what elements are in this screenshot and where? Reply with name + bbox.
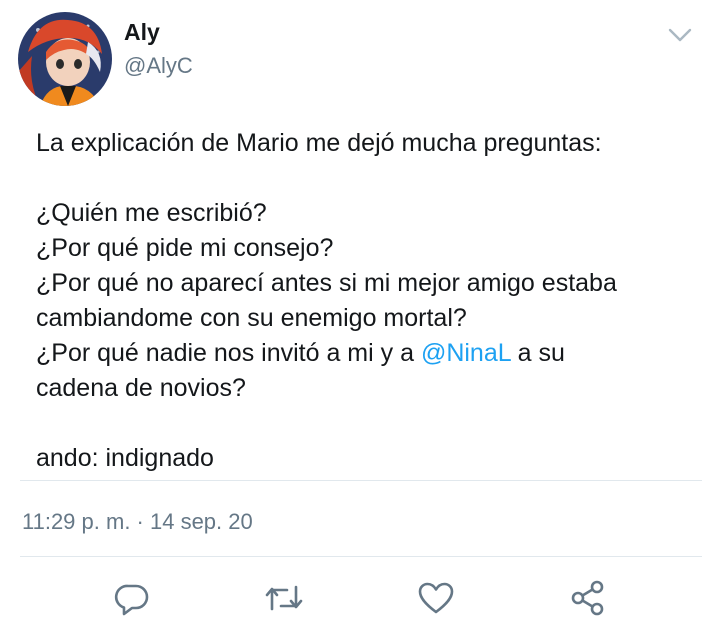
tweet-line: ando: indignado [36, 444, 214, 472]
share-button[interactable] [566, 578, 610, 622]
divider [20, 556, 702, 557]
tweet-line: ¿Por qué pide mi consejo? [36, 234, 334, 262]
share-icon [568, 578, 608, 623]
tweet-line: ¿Por qué no aparecí antes si mi mejor am… [36, 269, 617, 297]
tweet-line: cadena de novios? [36, 374, 246, 402]
tweet-line: cambiandome con su enemigo mortal? [36, 304, 467, 332]
retweet-button[interactable] [262, 578, 306, 622]
author-handle[interactable]: @AlyC [124, 52, 193, 80]
author-name[interactable]: Aly [124, 18, 160, 46]
tweet-line: ¿Quién me escribió? [36, 199, 267, 227]
retweet-icon [263, 579, 305, 622]
like-button[interactable] [414, 578, 458, 622]
avatar-image [18, 12, 112, 106]
tweet-line: La explicación de Mario me dejó mucha pr… [36, 129, 602, 157]
tweet-text-segment: a su [510, 339, 565, 367]
action-bar [0, 578, 720, 628]
avatar[interactable] [18, 12, 112, 106]
chevron-down-icon[interactable] [666, 24, 694, 46]
tweet-text: La explicación de Mario me dejó mucha pr… [36, 126, 696, 476]
mention-link[interactable]: @NinaL [421, 339, 511, 367]
divider [20, 480, 702, 481]
tweet-timestamp[interactable]: 11:29 p. m. · 14 sep. 20 [22, 508, 253, 536]
reply-button[interactable] [110, 578, 154, 622]
heart-icon [416, 579, 456, 622]
tweet-text-segment: ¿Por qué nadie nos invitó a mi y a [36, 339, 421, 367]
reply-icon [113, 579, 151, 622]
tweet-line: ¿Por qué nadie nos invitó a mi y a @Nina… [36, 336, 696, 371]
